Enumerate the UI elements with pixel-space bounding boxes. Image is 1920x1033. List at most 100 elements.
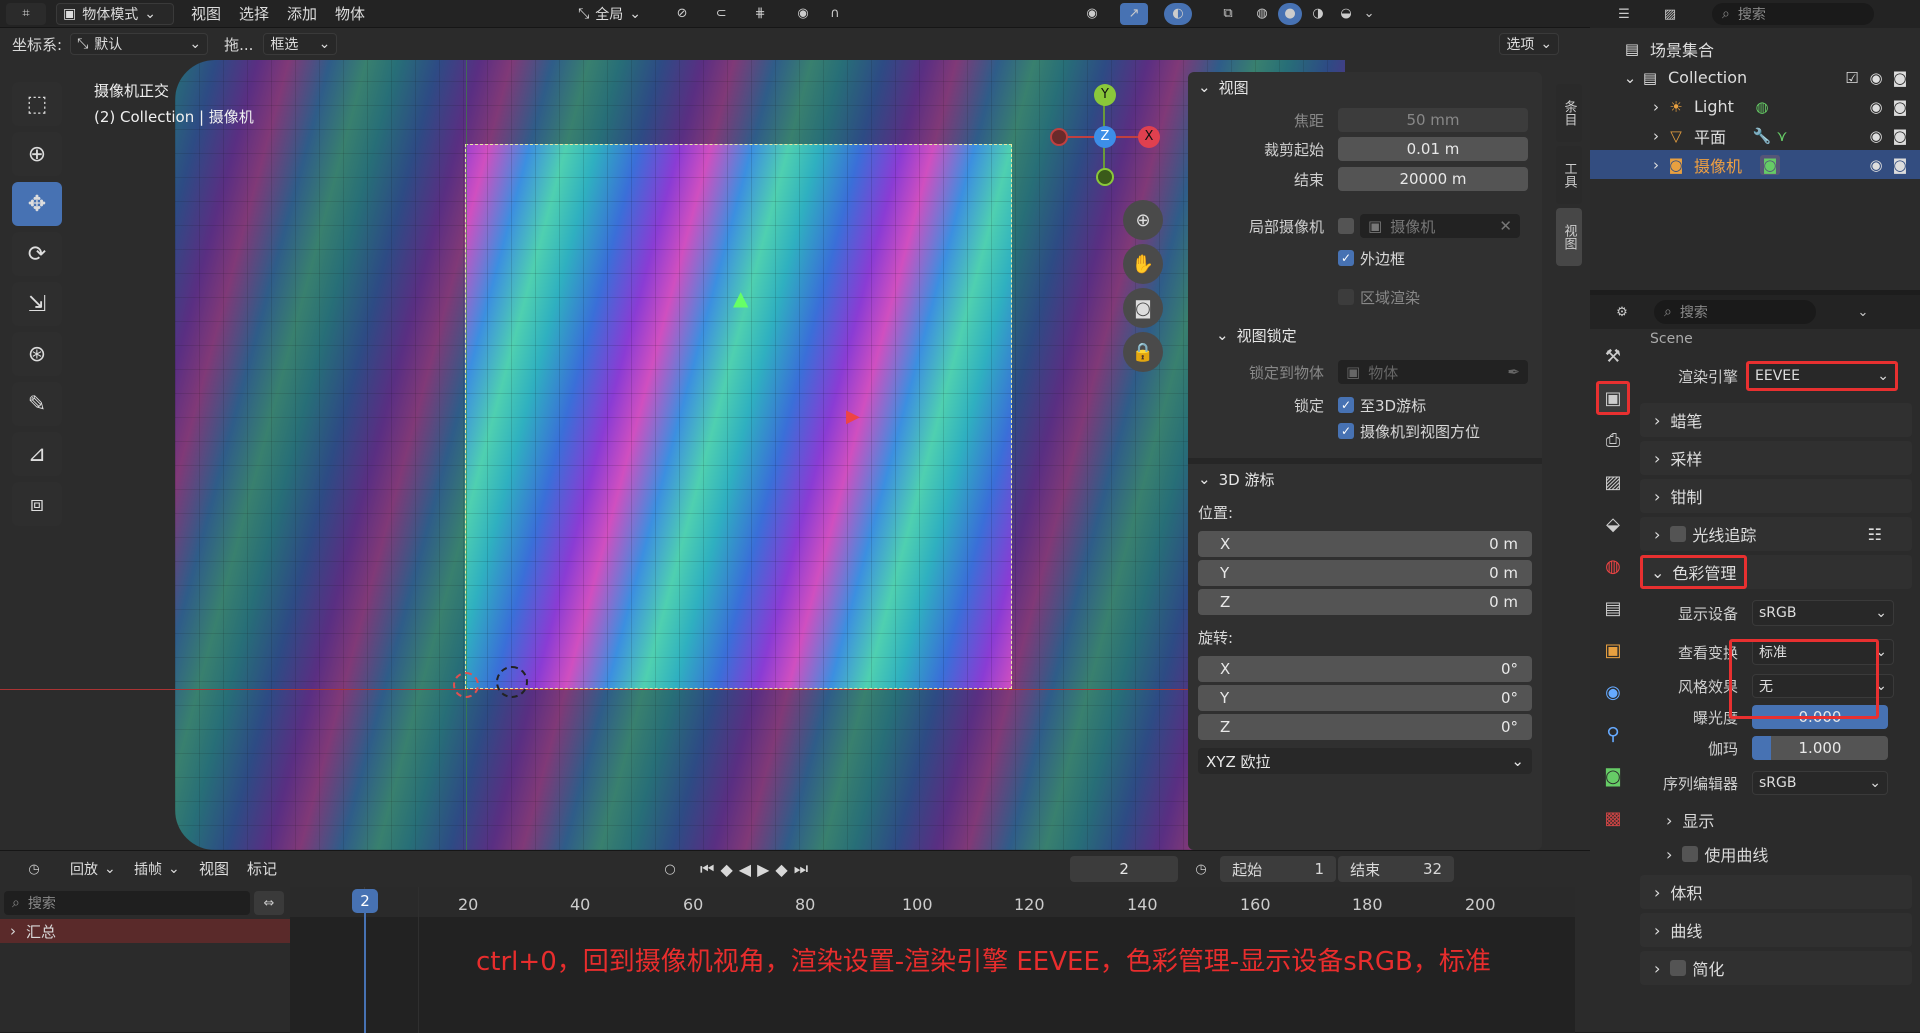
list-icon[interactable]: ☷: [1868, 525, 1882, 544]
proportional-edit-icon[interactable]: ◉: [790, 3, 816, 25]
camera-origin[interactable]: [496, 666, 528, 698]
eye-icon[interactable]: ◉: [1866, 126, 1886, 146]
sequencer-dropdown[interactable]: sRGB ⌄: [1752, 771, 1888, 795]
lock-cursor-checkbox[interactable]: ✓: [1338, 397, 1354, 413]
select-mode-dropdown[interactable]: 框选 ⌄: [263, 33, 338, 55]
close-icon[interactable]: ✕: [1499, 217, 1512, 235]
view-panel-header[interactable]: ⌄ 视图: [1188, 72, 1542, 102]
visibility-dropdown[interactable]: ◉: [1072, 3, 1112, 25]
solid-shading-button[interactable]: ●: [1278, 2, 1303, 25]
clip-end-field[interactable]: 20000 m: [1338, 167, 1528, 191]
gizmo-neg-y[interactable]: [1096, 168, 1114, 186]
checkbox-icon[interactable]: ☑: [1842, 68, 1862, 88]
view-lock-header[interactable]: ⌄ 视图锁定: [1188, 320, 1542, 350]
properties-search-input[interactable]: ⌕ 搜索: [1654, 300, 1816, 324]
eye-icon[interactable]: ◉: [1866, 97, 1886, 117]
camera-render-icon[interactable]: ◙: [1890, 68, 1910, 88]
camera-render-icon[interactable]: ◙: [1890, 97, 1910, 117]
pan-button[interactable]: ✋: [1123, 244, 1163, 284]
gizmo-y[interactable]: Y: [1094, 84, 1116, 106]
timeline-search-input[interactable]: ⌕ 搜索: [4, 891, 250, 915]
gizmo-z[interactable]: Z: [1094, 126, 1116, 148]
tab-item[interactable]: 条目: [1556, 84, 1582, 142]
plane-row[interactable]: › ▽ 平面 🔧 ⋎ ◉ ◙: [1590, 121, 1920, 150]
navigation-gizmo[interactable]: Y X Z: [1050, 82, 1160, 192]
camera-view-button[interactable]: ◙: [1123, 288, 1163, 328]
zoom-button[interactable]: ⊕: [1123, 200, 1163, 240]
shading-options-dropdown[interactable]: ⌄: [1360, 3, 1378, 25]
autokey-toggle[interactable]: ○: [650, 858, 690, 880]
lock-camera-button[interactable]: 🔒: [1123, 332, 1163, 372]
local-camera-field[interactable]: ▣ 摄像机 ✕: [1360, 214, 1520, 238]
move-tool[interactable]: ✥: [12, 182, 62, 226]
options-dropdown[interactable]: 选项 ⌄: [1499, 33, 1560, 55]
mode-dropdown[interactable]: ▣ 物体模式 ⌄: [56, 2, 174, 25]
outliner-editor-type[interactable]: ☰: [1604, 3, 1644, 25]
section-curves[interactable]: › 曲线: [1640, 913, 1912, 947]
cursor-location-z[interactable]: Z 0 m: [1198, 589, 1532, 615]
camera-render-icon[interactable]: ◙: [1890, 126, 1910, 146]
lock-object-field[interactable]: ▣ 物体 ✒: [1338, 360, 1528, 384]
wrench-icon[interactable]: 🔧: [1752, 126, 1772, 146]
cursor-rotation-x[interactable]: X 0°: [1198, 656, 1532, 682]
use-curves-checkbox[interactable]: [1682, 846, 1699, 862]
measure-tool[interactable]: ⊿: [12, 432, 62, 476]
gizmo-neg-x[interactable]: [1050, 128, 1068, 146]
rotation-mode-dropdown[interactable]: XYZ 欧拉 ⌄: [1198, 748, 1532, 774]
region-render-checkbox[interactable]: [1338, 289, 1354, 305]
cursor-location-y[interactable]: Y 0 m: [1198, 560, 1532, 586]
gizmo-toggle[interactable]: ↗: [1120, 2, 1149, 25]
border-checkbox[interactable]: ✓: [1338, 250, 1354, 266]
clip-start-field[interactable]: 0.01 m: [1338, 137, 1528, 161]
transform-tool[interactable]: ⊛: [12, 332, 62, 376]
camera-data-icon[interactable]: ◙: [1760, 154, 1780, 175]
tab-view[interactable]: 视图: [1556, 208, 1582, 266]
play-icon[interactable]: ▶: [757, 860, 769, 879]
render-engine-dropdown[interactable]: EEVEE ⌄: [1746, 361, 1898, 391]
light-row[interactable]: › ☀ Light ◍ ◉ ◙: [1590, 92, 1920, 121]
chevron-right-icon[interactable]: ›: [1646, 126, 1666, 146]
swap-icon[interactable]: ⇔: [254, 891, 284, 915]
scene-collection-row[interactable]: ▤ 场景集合: [1590, 34, 1920, 63]
display-subsection[interactable]: › 显示: [1640, 803, 1912, 837]
mesh-data-icon[interactable]: ⋎: [1772, 126, 1792, 146]
keying-menu[interactable]: 插帧 ⌄: [128, 858, 186, 880]
3d-cursor[interactable]: [453, 672, 479, 698]
gamma-field[interactable]: 1.000: [1752, 736, 1888, 760]
color-management-header[interactable]: ⌄ 色彩管理: [1640, 555, 1748, 589]
overlay-toggle[interactable]: ◐: [1164, 2, 1193, 25]
timeline-editor-type[interactable]: ◷: [14, 858, 54, 880]
tab-tool[interactable]: 工具: [1556, 146, 1582, 204]
transform-orientation-dropdown[interactable]: ⤡ 全局 ⌄: [572, 3, 656, 25]
camera-render-icon[interactable]: ◙: [1890, 155, 1910, 175]
falloff-icon[interactable]: ∩: [818, 3, 852, 25]
playhead-label[interactable]: 2: [352, 889, 378, 913]
menu-select[interactable]: 选择: [230, 0, 278, 28]
snap-icon[interactable]: ⊂: [706, 3, 736, 25]
lock-camera-checkbox[interactable]: ✓: [1338, 423, 1354, 439]
outliner-search-input[interactable]: ⌕ 搜索: [1712, 3, 1874, 25]
cursor-location-x[interactable]: X 0 m: [1198, 531, 1532, 557]
cursor-rotation-z[interactable]: Z 0°: [1198, 714, 1532, 740]
timeline-view-menu[interactable]: 视图: [190, 855, 238, 883]
xray-toggle[interactable]: ⧉: [1216, 3, 1240, 25]
summary-row[interactable]: › 汇总: [0, 919, 290, 943]
tab-tool-settings[interactable]: ⚒: [1596, 339, 1630, 373]
curves-subsection[interactable]: › 使用曲线: [1640, 837, 1912, 871]
editor-type-button[interactable]: ⌗: [6, 2, 46, 25]
section-color-management[interactable]: ⌄ 色彩管理: [1640, 555, 1912, 589]
material-shading-button[interactable]: ◑: [1306, 3, 1330, 25]
chevron-right-icon[interactable]: ›: [1646, 155, 1666, 175]
eye-icon[interactable]: ◉: [1866, 155, 1886, 175]
local-camera-checkbox[interactable]: [1338, 218, 1354, 234]
menu-object[interactable]: 物体: [326, 0, 374, 28]
annotate-tool[interactable]: ✎: [12, 382, 62, 426]
jump-start-icon[interactable]: ⏮: [700, 859, 714, 879]
section-sampling[interactable]: › 采样: [1640, 441, 1912, 475]
add-cube-tool[interactable]: ⧈: [12, 482, 62, 526]
scale-tool[interactable]: ⇲: [12, 282, 62, 326]
eye-icon[interactable]: ◉: [1866, 68, 1886, 88]
menu-view[interactable]: 视图: [182, 0, 230, 28]
rotate-tool[interactable]: ⟳: [12, 232, 62, 276]
light-data-icon[interactable]: ◍: [1752, 97, 1772, 117]
